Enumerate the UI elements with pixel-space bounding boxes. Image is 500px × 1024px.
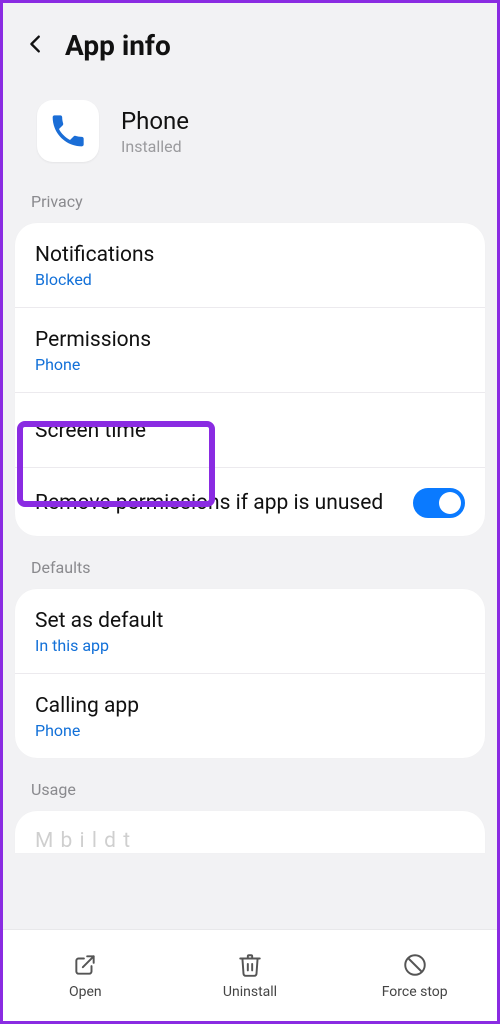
- phone-icon: [48, 111, 88, 151]
- row-set-default[interactable]: Set as default In this app: [15, 589, 485, 674]
- stop-icon: [402, 952, 428, 978]
- bottom-label: Uninstall: [223, 984, 277, 1000]
- app-name: Phone: [121, 107, 189, 135]
- row-title: Notifications: [35, 243, 465, 267]
- trash-icon: [237, 952, 263, 978]
- row-sub: Phone: [35, 721, 465, 740]
- back-button[interactable]: [25, 33, 47, 59]
- row-title: Calling app: [35, 694, 465, 718]
- open-icon: [72, 952, 98, 978]
- row-remove-permissions[interactable]: Remove permissions if app is unused: [15, 468, 485, 536]
- defaults-card: Set as default In this app Calling app P…: [15, 589, 485, 758]
- section-label-privacy: Privacy: [3, 186, 497, 219]
- content: Phone Installed Privacy Notifications Bl…: [3, 72, 497, 1021]
- row-title: Set as default: [35, 609, 465, 633]
- row-sub: In this app: [35, 636, 465, 655]
- bottom-label: Force stop: [382, 984, 448, 1000]
- row-screentime[interactable]: Screen time: [15, 393, 485, 468]
- row-notifications[interactable]: Notifications Blocked: [15, 223, 485, 308]
- row-sub: Phone: [35, 355, 465, 374]
- section-label-usage: Usage: [3, 774, 497, 807]
- row-sub: Blocked: [35, 270, 465, 289]
- row-calling-app[interactable]: Calling app Phone: [15, 674, 485, 758]
- toggle-knob: [439, 492, 461, 514]
- bottom-label: Open: [69, 984, 102, 1000]
- row-title: Permissions: [35, 328, 465, 352]
- row-title: Screen time: [35, 413, 465, 449]
- app-icon: [37, 100, 99, 162]
- bottom-bar: Open Uninstall Force stop: [3, 929, 497, 1021]
- privacy-card: Notifications Blocked Permissions Phone …: [15, 223, 485, 536]
- row-title: Remove permissions if app is unused: [35, 489, 403, 517]
- row-permissions[interactable]: Permissions Phone: [15, 308, 485, 393]
- usage-card: M b i l d t: [15, 811, 485, 853]
- header: App info: [3, 3, 497, 72]
- chevron-left-icon: [25, 33, 47, 55]
- app-status: Installed: [121, 137, 189, 156]
- row-mobile-data[interactable]: M b i l d t: [15, 811, 485, 853]
- section-label-defaults: Defaults: [3, 552, 497, 585]
- toggle-remove-permissions[interactable]: [413, 488, 465, 518]
- open-button[interactable]: Open: [3, 930, 168, 1021]
- page-title: App info: [65, 29, 171, 62]
- forcestop-button[interactable]: Force stop: [332, 930, 497, 1021]
- app-summary: Phone Installed: [3, 72, 497, 186]
- uninstall-button[interactable]: Uninstall: [168, 930, 333, 1021]
